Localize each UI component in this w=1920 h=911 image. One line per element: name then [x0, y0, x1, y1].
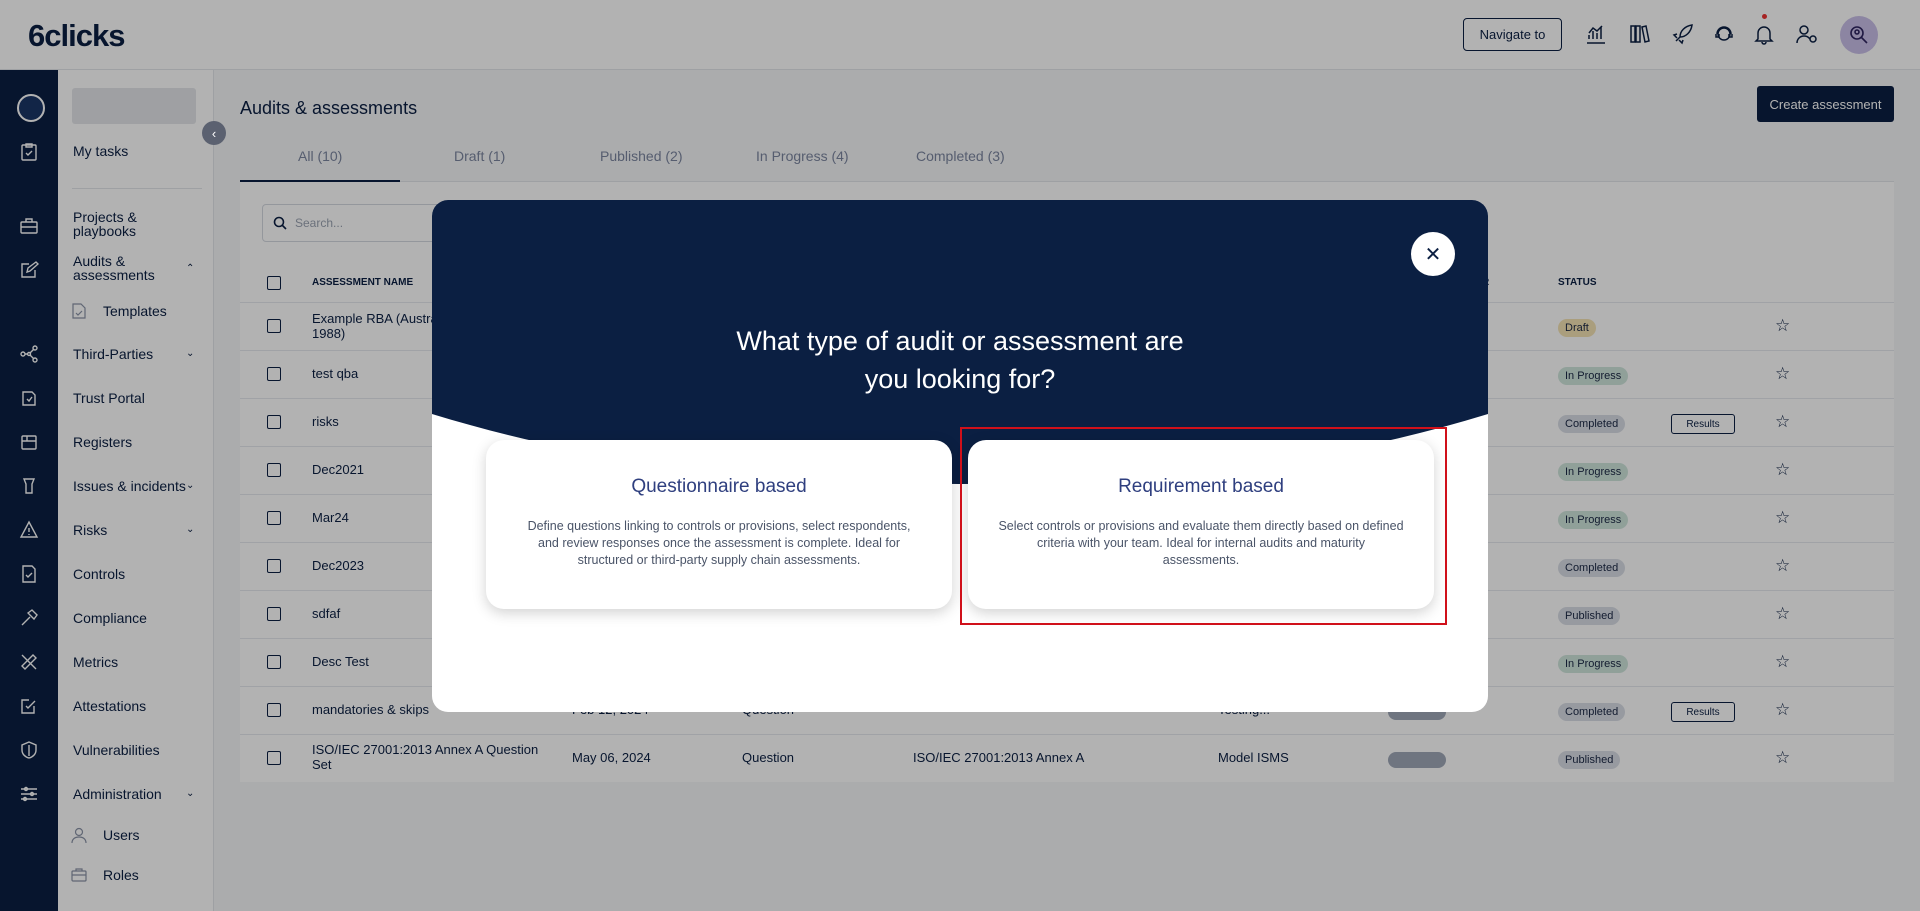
option-description: Define questions linking to controls or … — [527, 519, 911, 567]
close-icon[interactable]: ✕ — [1411, 232, 1455, 276]
modal-title-line-2: you looking for? — [864, 364, 1056, 394]
option-title: Questionnaire based — [631, 476, 807, 497]
modal-title-line-1: What type of audit or assessment are — [736, 326, 1184, 356]
questionnaire-based-option[interactable]: Questionnaire based Define questions lin… — [486, 440, 952, 609]
selection-highlight — [960, 427, 1447, 625]
collapse-sidebar-button[interactable]: ‹ — [202, 121, 226, 145]
modal-title: What type of audit or assessment are you… — [432, 322, 1488, 398]
